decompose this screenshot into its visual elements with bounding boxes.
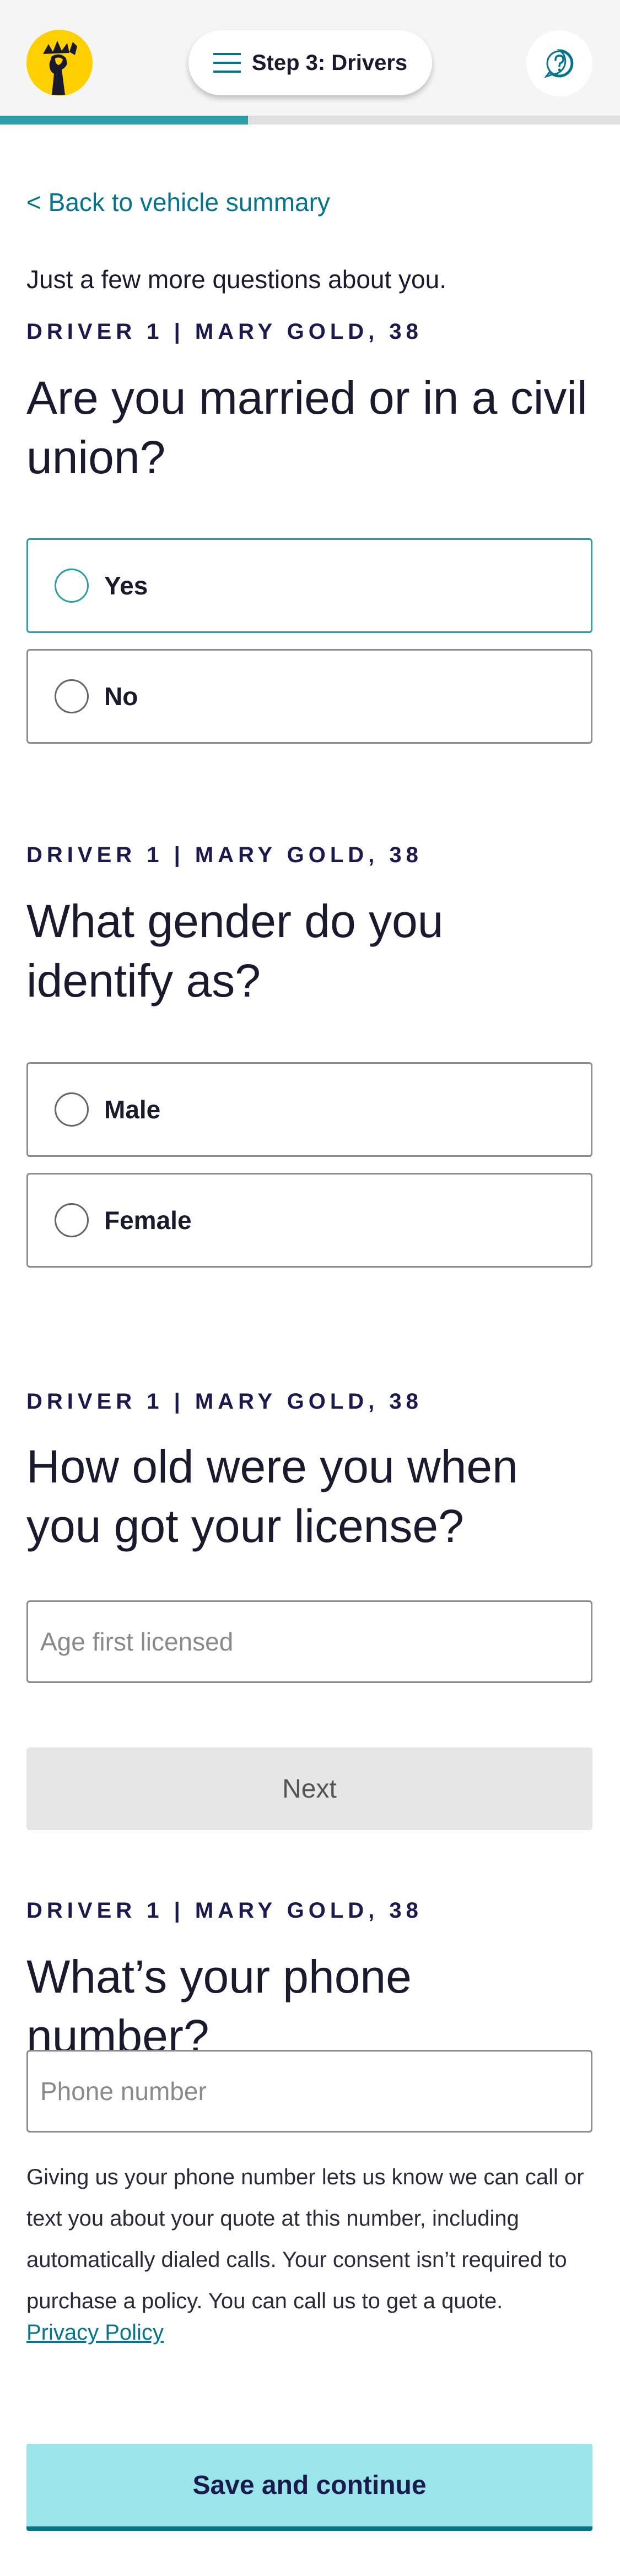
back-to-vehicle-summary-link[interactable]: < Back to vehicle summary: [26, 187, 330, 217]
step-menu-button[interactable]: Step 3: Drivers: [188, 30, 432, 95]
question-age-licensed: How old were you when you got your licen…: [26, 1441, 518, 1552]
driver-label: DRIVER 1 | MARY GOLD, 38: [26, 1898, 423, 1923]
phone-number-input[interactable]: [26, 2050, 592, 2133]
progress-fill: [0, 116, 248, 125]
option-gender-male[interactable]: Male: [26, 1062, 592, 1157]
driver-label: DRIVER 1 | MARY GOLD, 38: [26, 320, 423, 344]
liberty-statue-icon: [26, 30, 93, 96]
question-gender: What gender do you identify as?: [26, 895, 444, 1006]
option-gender-female[interactable]: Female: [26, 1173, 592, 1268]
option-married-yes[interactable]: Yes: [26, 538, 592, 633]
hamburger-icon: [213, 52, 241, 74]
question-phone-number: What’s your phone number?: [26, 1951, 412, 2062]
help-icon: [544, 49, 574, 78]
option-married-no[interactable]: No: [26, 649, 592, 744]
consent-text: Giving us your phone number lets us know…: [26, 2165, 584, 2313]
header: Step 3: Drivers: [0, 0, 620, 116]
option-label: Female: [104, 1206, 192, 1235]
help-button[interactable]: [526, 30, 592, 96]
next-button[interactable]: Next: [26, 1747, 592, 1830]
radio-icon: [55, 679, 89, 713]
liberty-statue-logo[interactable]: [26, 30, 93, 96]
option-label: Male: [104, 1095, 161, 1124]
radio-icon: [55, 1203, 89, 1237]
option-label: No: [104, 682, 138, 711]
driver-label: DRIVER 1 | MARY GOLD, 38: [26, 1389, 423, 1414]
age-first-licensed-input[interactable]: [26, 1600, 592, 1683]
step-label: Step 3: Drivers: [251, 50, 408, 75]
save-and-continue-button[interactable]: Save and continue: [26, 2444, 592, 2531]
intro-text: Just a few more questions about you.: [26, 265, 446, 294]
radio-icon: [55, 569, 89, 603]
privacy-policy-link[interactable]: Privacy Policy: [26, 2320, 164, 2345]
question-marital-status: Are you married or in a civil union?: [26, 372, 587, 483]
option-label: Yes: [104, 571, 148, 600]
driver-label: DRIVER 1 | MARY GOLD, 38: [26, 843, 423, 867]
radio-icon: [55, 1092, 89, 1127]
progress-bar: [0, 116, 620, 125]
